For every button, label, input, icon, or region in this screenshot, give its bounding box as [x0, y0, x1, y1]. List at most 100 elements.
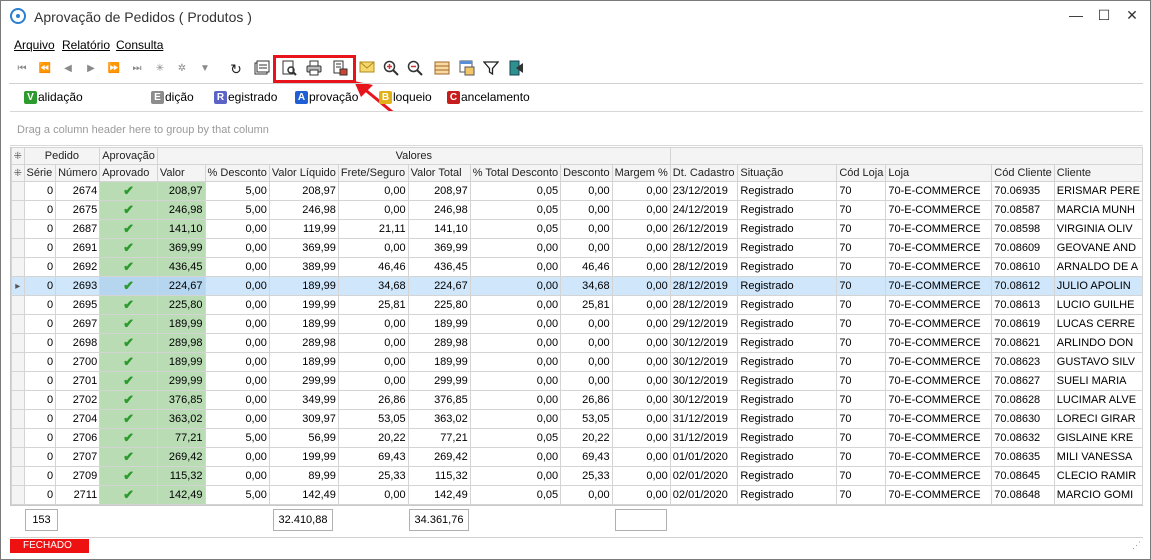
legend-item-dição[interactable]: Edição: [151, 90, 194, 104]
band-pedido[interactable]: Pedido: [23, 147, 101, 165]
zoom-in-icon[interactable]: [382, 60, 400, 78]
column-header[interactable]: Dt. Cadastro: [669, 164, 739, 182]
legend-label: alidação: [38, 90, 83, 104]
resize-grip-icon[interactable]: ⋰: [1132, 540, 1141, 551]
table-row[interactable]: 0 2701 ✔ 299,99 0,00 299,99 0,00 299,99 0,00 0,00…: [11, 371, 1143, 391]
prev-icon[interactable]: ◀: [59, 60, 77, 78]
row-indicator[interactable]: [11, 409, 25, 429]
column-header[interactable]: % Total Desconto: [469, 164, 562, 182]
table-row[interactable]: 0 2698 ✔ 289,98 0,00 289,98 0,00 289,98 0,00 0,00…: [11, 333, 1143, 353]
cell-serie: 0: [23, 257, 57, 277]
row-indicator[interactable]: [11, 485, 25, 505]
window-icon[interactable]: [458, 60, 476, 78]
cell: 0,00: [469, 295, 562, 315]
table-row[interactable]: 0 2692 ✔ 436,45 0,00 389,99 46,46 436,45 0,00 46,…: [11, 257, 1143, 277]
table-row[interactable]: 0 2700 ✔ 189,99 0,00 189,99 0,00 189,99 0,00 0,00…: [11, 352, 1143, 372]
refresh-icon[interactable]: ↻: [227, 60, 245, 78]
column-header[interactable]: Aprovado: [99, 164, 158, 182]
close-icon[interactable]: ✕: [1118, 5, 1146, 25]
legend-item-loqueio[interactable]: Bloqueio: [379, 90, 432, 104]
band-valores[interactable]: Valores: [156, 147, 671, 165]
column-header[interactable]: Valor: [156, 164, 206, 182]
band-aprovacao[interactable]: Aprovação: [99, 147, 158, 165]
table-row[interactable]: ▸ 0 2693 ✔ 224,67 0,00 189,99 34,68 224,67 0,00 34…: [11, 276, 1143, 296]
row-indicator[interactable]: [11, 314, 25, 334]
column-header[interactable]: Situação: [737, 164, 838, 182]
table-row[interactable]: 0 2706 ✔ 77,21 5,00 56,99 20,22 77,21 0,05 20,22 0…: [11, 428, 1143, 448]
table-row[interactable]: 0 2695 ✔ 225,80 0,00 199,99 25,81 225,80 0,00 25,…: [11, 295, 1143, 315]
row-indicator[interactable]: [11, 333, 25, 353]
table-row[interactable]: 0 2697 ✔ 189,99 0,00 189,99 0,00 189,99 0,00 0,00…: [11, 314, 1143, 334]
next-page-icon[interactable]: ⏩: [105, 60, 123, 78]
row-indicator[interactable]: [11, 371, 25, 391]
row-indicator[interactable]: [11, 428, 25, 448]
column-header[interactable]: Série: [23, 164, 57, 182]
legend-item-alidação[interactable]: Validação: [24, 90, 83, 104]
column-header[interactable]: Loja: [885, 164, 993, 182]
cell: ARNALDO DE A: [1053, 257, 1143, 277]
maximize-icon[interactable]: ☐: [1090, 5, 1118, 25]
column-header[interactable]: Valor Líquido: [268, 164, 339, 182]
filter-row-icon[interactable]: ▼: [196, 60, 214, 78]
column-header[interactable]: Número: [55, 164, 101, 182]
column-header[interactable]: Cód Loja: [836, 164, 887, 182]
table-row[interactable]: 0 2675 ✔ 246,98 5,00 246,98 0,00 246,98 0,05 0,00…: [11, 200, 1143, 220]
legend-item-egistrado[interactable]: Registrado: [214, 90, 277, 104]
row-indicator[interactable]: [11, 295, 25, 315]
column-header[interactable]: Valor Total: [407, 164, 471, 182]
exit-icon[interactable]: [507, 60, 525, 78]
row-indicator[interactable]: [11, 238, 25, 258]
approved-check-icon: ✔: [99, 485, 158, 505]
cell-numero: 2701: [55, 371, 101, 391]
table-row[interactable]: 0 2709 ✔ 115,32 0,00 89,99 25,33 115,32 0,00 25,3…: [11, 466, 1143, 486]
cell: 70.08598: [991, 219, 1055, 239]
menu-consulta[interactable]: Consulta: [116, 38, 163, 52]
row-indicator[interactable]: [11, 219, 25, 239]
cell: 28/12/2019: [669, 257, 739, 277]
row-indicator[interactable]: [11, 257, 25, 277]
row-indicator[interactable]: [11, 181, 25, 201]
properties-icon[interactable]: [253, 60, 271, 78]
zoom-out-icon[interactable]: [406, 60, 424, 78]
table-row[interactable]: 0 2711 ✔ 142,49 5,00 142,49 0,00 142,49 0,05 0,00…: [11, 485, 1143, 505]
cell: 0,00: [560, 181, 613, 201]
cell: GUSTAVO SILV: [1053, 352, 1143, 372]
legend-item-provação[interactable]: Aprovação: [295, 90, 358, 104]
table-row[interactable]: 0 2674 ✔ 208,97 5,00 208,97 0,00 208,97 0,05 0,00…: [11, 181, 1143, 201]
table-row[interactable]: 0 2691 ✔ 369,99 0,00 369,99 0,00 369,99 0,00 0,00…: [11, 238, 1143, 258]
row-indicator[interactable]: [11, 390, 25, 410]
column-header[interactable]: Desconto: [560, 164, 613, 182]
insert-icon[interactable]: ✳: [151, 60, 169, 78]
table-row[interactable]: 0 2702 ✔ 376,85 0,00 349,99 26,86 376,85 0,00 26,…: [11, 390, 1143, 410]
table-row[interactable]: 0 2687 ✔ 141,10 0,00 119,99 21,11 141,10 0,05 0,0…: [11, 219, 1143, 239]
row-indicator[interactable]: ▸: [11, 276, 25, 296]
table-row[interactable]: 0 2707 ✔ 269,42 0,00 199,99 69,43 269,42 0,00 69,…: [11, 447, 1143, 467]
row-indicator[interactable]: [11, 447, 25, 467]
last-icon[interactable]: ⏭: [128, 60, 146, 78]
legend-badge-icon: B: [379, 90, 392, 104]
delete-icon[interactable]: ✲: [173, 60, 191, 78]
column-header[interactable]: Frete/Seguro: [337, 164, 409, 182]
first-icon[interactable]: ⏮: [13, 60, 31, 78]
column-header[interactable]: Cód Cliente: [991, 164, 1055, 182]
group-panel[interactable]: Drag a column header here to group by th…: [10, 111, 1143, 146]
row-indicator[interactable]: [11, 466, 25, 486]
column-header[interactable]: Cliente: [1053, 164, 1143, 182]
column-header[interactable]: % Desconto: [204, 164, 270, 182]
minimize-icon[interactable]: —: [1062, 5, 1090, 25]
legend-item-ancelamento[interactable]: Cancelamento: [447, 90, 530, 104]
mail-icon[interactable]: [358, 60, 376, 78]
filter-icon[interactable]: [482, 60, 500, 78]
approved-check-icon: ✔: [99, 200, 158, 220]
cell-serie: 0: [23, 219, 57, 239]
menu-relatorio[interactable]: Relatório: [62, 38, 110, 52]
grid-config-icon[interactable]: [433, 60, 451, 78]
status-legend: Validação Edição Registrado Aprovação Bloque…: [1, 87, 1150, 109]
row-indicator[interactable]: [11, 200, 25, 220]
menu-arquivo[interactable]: Arquivo: [14, 38, 55, 52]
row-indicator[interactable]: [11, 352, 25, 372]
table-row[interactable]: 0 2704 ✔ 363,02 0,00 309,97 53,05 363,02 0,00 53,…: [11, 409, 1143, 429]
column-header[interactable]: Margem %: [611, 164, 671, 182]
prev-page-icon[interactable]: ⏪: [36, 60, 54, 78]
next-icon[interactable]: ▶: [82, 60, 100, 78]
